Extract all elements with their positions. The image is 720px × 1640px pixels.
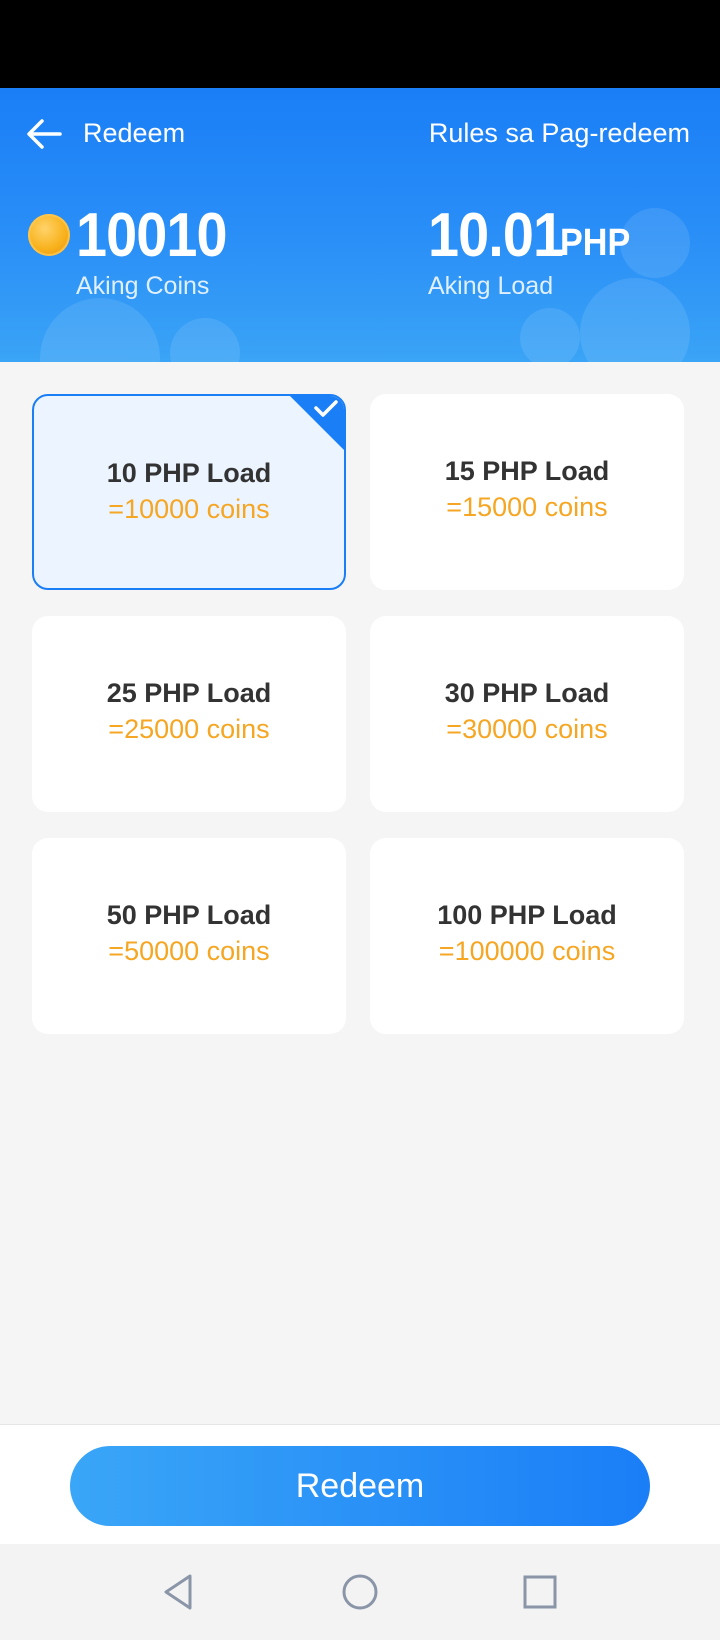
load-option-card[interactable]: 30 PHP Load =30000 coins — [370, 616, 684, 812]
option-title: 25 PHP Load — [106, 678, 272, 708]
coins-balance: 10010 — [76, 201, 228, 270]
load-option-card[interactable]: 10 PHP Load =10000 coins — [32, 394, 346, 590]
header-decoration — [580, 278, 690, 362]
square-recents-icon — [523, 1575, 557, 1609]
load-balance: 10.01 — [428, 201, 564, 270]
nav-back-button[interactable] — [156, 1568, 204, 1616]
option-title: 30 PHP Load — [444, 678, 610, 708]
option-title: 10 PHP Load — [106, 458, 272, 488]
option-title: 50 PHP Load — [106, 900, 272, 930]
selected-check-badge — [288, 396, 344, 452]
check-icon — [290, 396, 344, 450]
option-title: 100 PHP Load — [437, 900, 617, 930]
circle-home-icon — [342, 1574, 378, 1610]
coins-label: Aking Coins — [76, 272, 210, 300]
load-label: Aking Load — [428, 272, 554, 300]
rules-link[interactable]: Rules sa Pag-redeem — [429, 118, 690, 149]
header: Redeem Rules sa Pag-redeem 10010 Aking C… — [0, 88, 720, 362]
header-decoration — [620, 208, 690, 278]
redeem-button[interactable]: Redeem — [70, 1446, 650, 1526]
nav-home-button[interactable] — [336, 1568, 384, 1616]
status-bar — [0, 0, 720, 88]
load-option-card[interactable]: 100 PHP Load =100000 coins — [370, 838, 684, 1034]
nav-recents-button[interactable] — [516, 1568, 564, 1616]
bottom-action-bar: Redeem — [0, 1424, 720, 1544]
page-title: Redeem — [83, 118, 186, 148]
header-decoration — [520, 308, 580, 362]
option-price: =100000 coins — [438, 936, 616, 966]
option-price: =15000 coins — [446, 492, 608, 522]
load-option-card[interactable]: 25 PHP Load =25000 coins — [32, 616, 346, 812]
nav-row: Redeem Rules sa Pag-redeem — [0, 88, 720, 178]
coin-icon — [28, 214, 70, 256]
load-option-card[interactable]: 15 PHP Load =15000 coins — [370, 394, 684, 590]
triangle-back-icon — [164, 1574, 192, 1610]
option-price: =10000 coins — [108, 494, 270, 524]
header-decoration — [170, 318, 240, 362]
options-grid: 10 PHP Load =10000 coins 15 PHP Load =15… — [0, 362, 720, 1424]
back-button[interactable] — [22, 112, 66, 156]
arrow-left-icon — [27, 119, 62, 149]
load-unit: PHP — [560, 222, 631, 264]
option-price: =25000 coins — [108, 714, 270, 744]
load-option-card[interactable]: 50 PHP Load =50000 coins — [32, 838, 346, 1034]
option-price: =50000 coins — [108, 936, 270, 966]
header-decoration — [40, 298, 160, 362]
option-price: =30000 coins — [446, 714, 608, 744]
option-title: 15 PHP Load — [444, 456, 610, 486]
system-navigation-bar — [0, 1544, 720, 1640]
